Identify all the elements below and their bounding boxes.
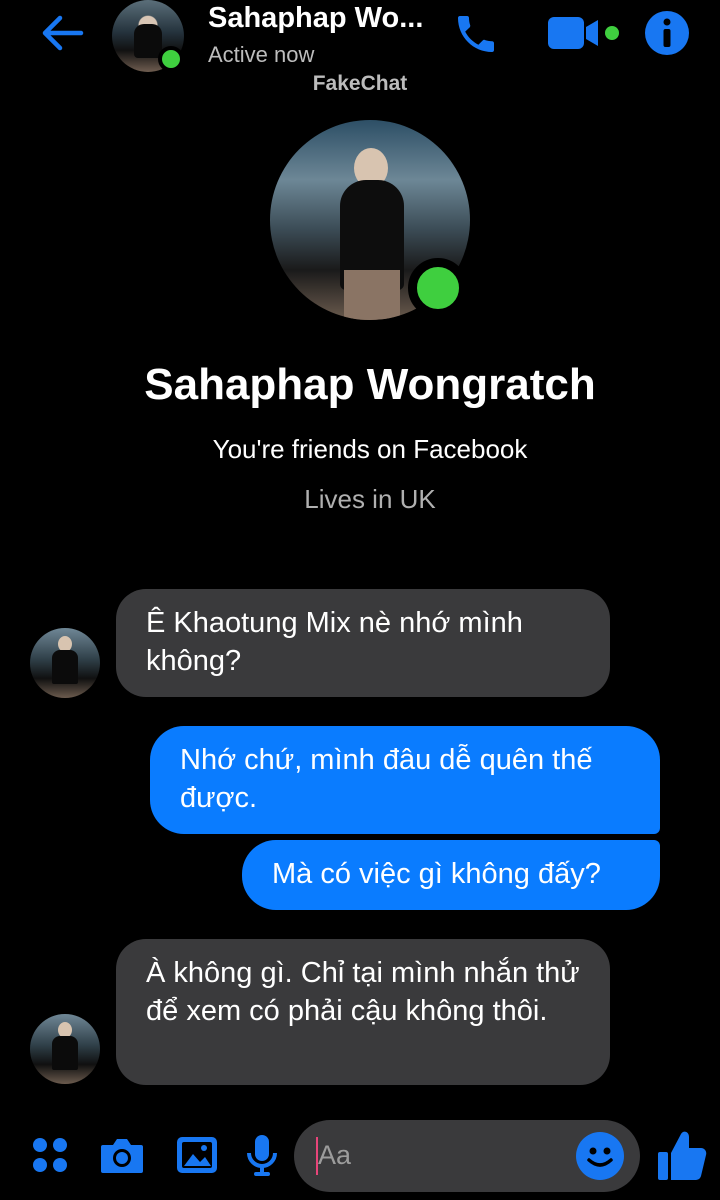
voice-call-button[interactable] bbox=[448, 6, 504, 62]
incoming-message-bubble[interactable]: À không gì. Chỉ tại mình nhắn thử để xem… bbox=[116, 939, 610, 1085]
camera-icon bbox=[101, 1139, 143, 1173]
video-camera-icon bbox=[548, 17, 619, 49]
friends-status-text: You're friends on Facebook bbox=[212, 434, 528, 464]
header-online-indicator bbox=[158, 46, 184, 72]
camera-button[interactable] bbox=[95, 1128, 149, 1182]
phone-icon bbox=[458, 16, 494, 52]
info-icon bbox=[645, 11, 689, 55]
emoji-icon bbox=[587, 1147, 613, 1167]
voice-message-button[interactable] bbox=[235, 1128, 289, 1182]
apps-grid-icon bbox=[33, 1138, 67, 1172]
back-arrow-icon bbox=[42, 15, 84, 51]
message-avatar[interactable] bbox=[30, 1014, 100, 1084]
profile-online-indicator bbox=[408, 258, 468, 318]
incoming-message-bubble[interactable]: Ê Khaotung Mix nè nhớ mình không? bbox=[116, 589, 610, 697]
emoji-button[interactable] bbox=[576, 1132, 624, 1180]
watermark: FakeChat bbox=[312, 72, 408, 95]
back-button[interactable] bbox=[36, 10, 88, 56]
header-contact-name[interactable]: Sahaphap Wo... bbox=[208, 2, 423, 35]
message-input[interactable]: Aa bbox=[318, 1140, 351, 1171]
image-icon bbox=[177, 1137, 217, 1173]
header-active-status: Active now bbox=[208, 42, 315, 67]
thumbs-up-icon bbox=[658, 1131, 707, 1180]
location-text: Lives in UK bbox=[304, 484, 436, 514]
message-avatar[interactable] bbox=[30, 628, 100, 698]
apps-button[interactable] bbox=[23, 1128, 77, 1182]
gallery-button[interactable] bbox=[170, 1128, 224, 1182]
video-call-button[interactable] bbox=[540, 8, 626, 58]
outgoing-message-bubble[interactable]: Mà có việc gì không đấy? bbox=[242, 840, 660, 910]
profile-name: Sahaphap Wongratch bbox=[144, 360, 596, 409]
microphone-icon bbox=[247, 1135, 277, 1176]
like-button[interactable] bbox=[656, 1128, 708, 1184]
outgoing-message-bubble[interactable]: Nhớ chứ, mình đâu dễ quên thế được. bbox=[150, 726, 660, 834]
info-button[interactable] bbox=[642, 8, 692, 58]
